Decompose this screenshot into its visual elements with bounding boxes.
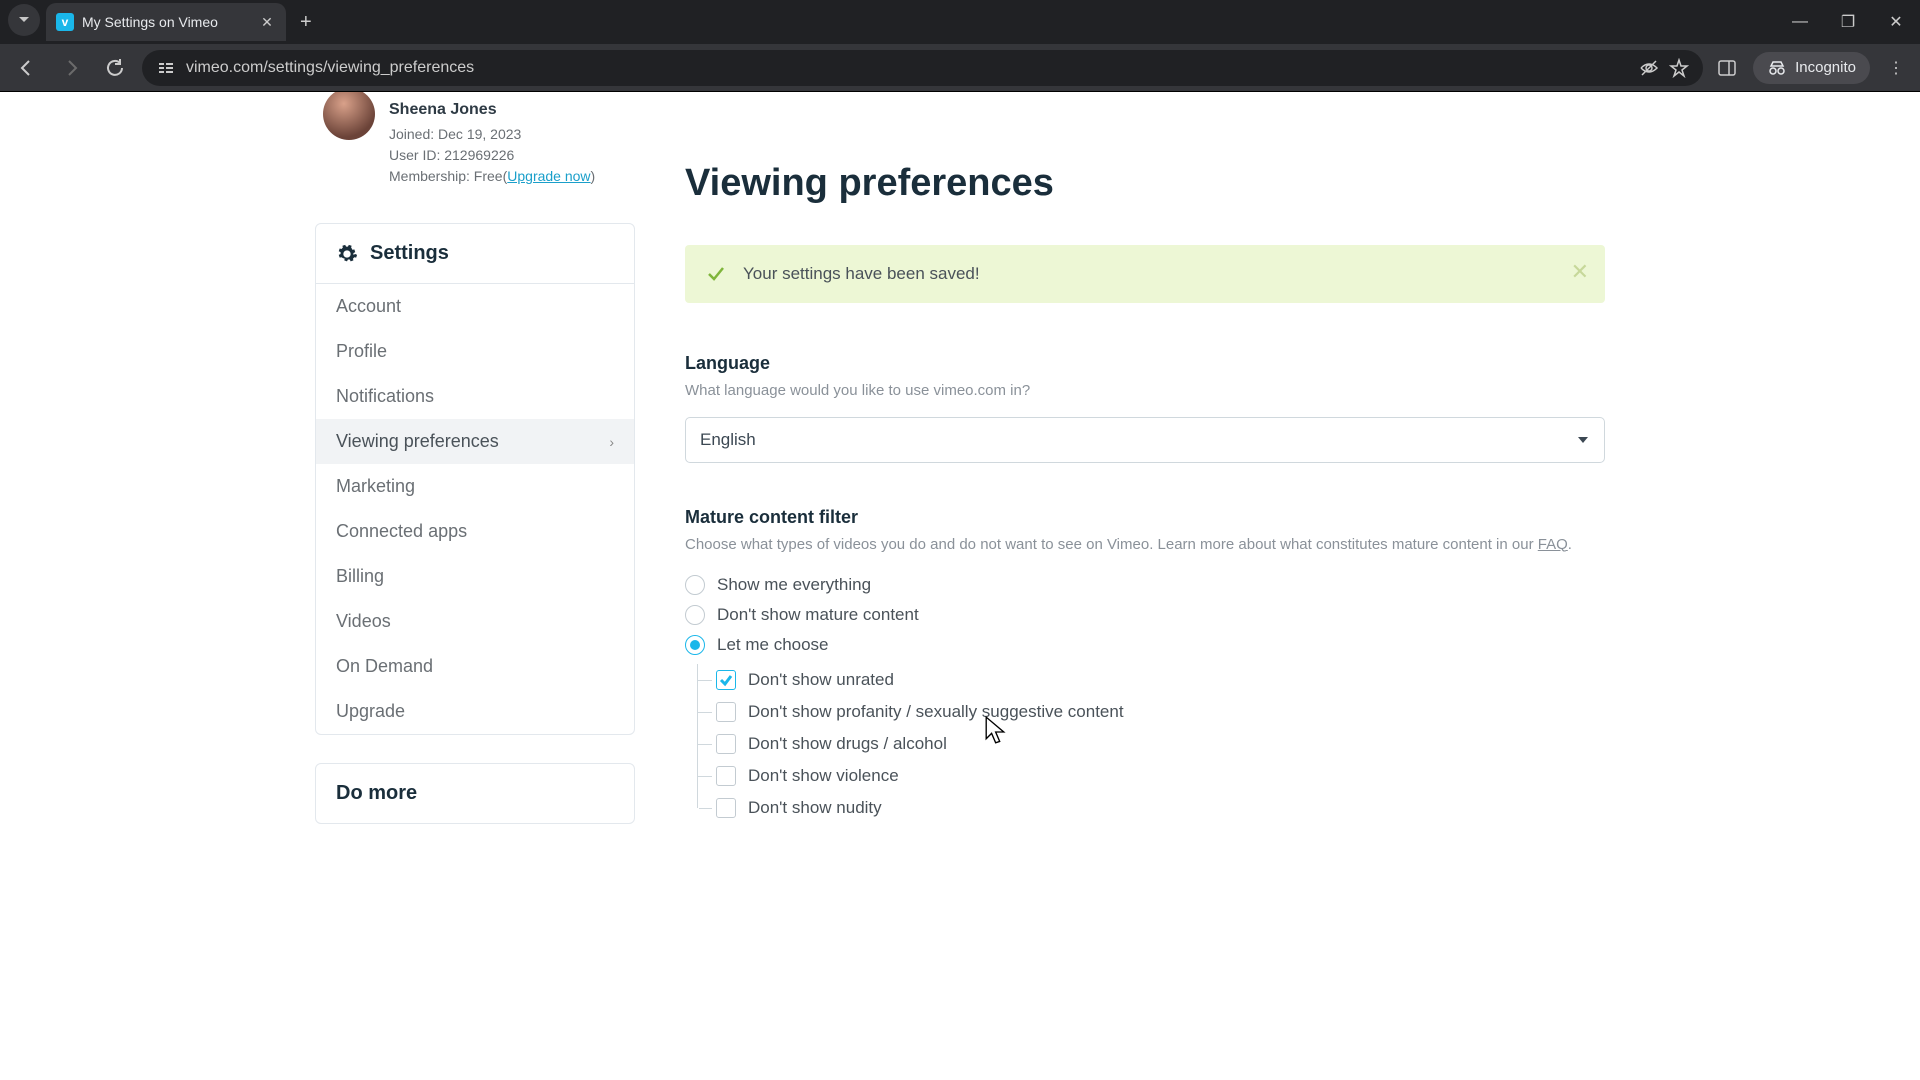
checkbox-label: Don't show profanity / sexually suggesti… [748, 702, 1124, 722]
checkbox-don-t-show-nudity[interactable]: Don't show nudity [698, 792, 1605, 824]
browser-tab-strip: v My Settings on Vimeo ✕ + — ❐ ✕ [0, 0, 1920, 44]
language-value: English [700, 430, 756, 450]
checkbox-input[interactable] [716, 670, 736, 690]
favicon-icon: v [56, 13, 74, 31]
checkbox-input[interactable] [716, 702, 736, 722]
language-title: Language [685, 353, 1605, 374]
settings-nav-card: Settings AccountProfileNotificationsView… [315, 223, 635, 735]
mature-desc: Choose what types of videos you do and d… [685, 534, 1605, 557]
reload-button[interactable] [98, 51, 132, 85]
sidebar-item-notifications[interactable]: Notifications [316, 374, 634, 419]
checkbox-don-t-show-violence[interactable]: Don't show violence [698, 760, 1605, 792]
back-button[interactable] [10, 51, 44, 85]
radio-show-me-everything[interactable]: Show me everything [685, 570, 1605, 600]
checkbox-input[interactable] [716, 798, 736, 818]
search-tabs-button[interactable] [8, 4, 40, 36]
incognito-icon [1767, 58, 1787, 78]
sidebar-item-account[interactable]: Account [316, 284, 634, 329]
checkbox-label: Don't show unrated [748, 670, 894, 690]
checkbox-label: Don't show nudity [748, 798, 882, 818]
checkbox-label: Don't show drugs / alcohol [748, 734, 947, 754]
mature-title: Mature content filter [685, 507, 1605, 528]
radio-let-me-choose[interactable]: Let me choose [685, 630, 1605, 660]
mature-radio-group: Show me everything Don't show mature cont… [685, 570, 1605, 824]
sidebar-item-on-demand[interactable]: On Demand [316, 644, 634, 689]
profile-name: Sheena Jones [389, 98, 595, 122]
window-maximize-button[interactable]: ❐ [1824, 0, 1872, 44]
address-bar[interactable]: vimeo.com/settings/viewing_preferences [142, 50, 1703, 86]
gear-icon [336, 243, 358, 265]
checkbox-don-t-show-drugs-alcohol[interactable]: Don't show drugs / alcohol [698, 728, 1605, 760]
checkbox-don-t-show-profanity-sexually-suggestive-content[interactable]: Don't show profanity / sexually suggesti… [698, 696, 1605, 728]
eye-off-icon[interactable] [1639, 58, 1659, 78]
sidebar-item-profile[interactable]: Profile [316, 329, 634, 374]
banner-text: Your settings have been saved! [743, 264, 980, 284]
sidebar-item-connected-apps[interactable]: Connected apps [316, 509, 634, 554]
check-icon [705, 263, 727, 285]
browser-menu-button[interactable]: ⋮ [1882, 54, 1910, 82]
tab-close-button[interactable]: ✕ [258, 13, 276, 31]
checkbox-input[interactable] [716, 734, 736, 754]
radio-input[interactable] [685, 575, 705, 595]
sidebar-item-viewing-preferences[interactable]: Viewing preferences› [316, 419, 634, 464]
profile-joined: Joined: Dec 19, 2023 [389, 124, 595, 145]
radio-don-t-show-mature-content[interactable]: Don't show mature content [685, 600, 1605, 630]
checkbox-input[interactable] [716, 766, 736, 786]
sidebar-item-upgrade[interactable]: Upgrade [316, 689, 634, 734]
arrow-left-icon [17, 58, 37, 78]
profile-membership: Membership: Free(Upgrade now) [389, 166, 595, 187]
incognito-label: Incognito [1795, 59, 1856, 76]
upgrade-link[interactable]: Upgrade now [507, 168, 590, 184]
bookmark-star-icon[interactable] [1669, 58, 1689, 78]
forward-button[interactable] [54, 51, 88, 85]
side-panel-icon[interactable] [1713, 54, 1741, 82]
browser-tab[interactable]: v My Settings on Vimeo ✕ [46, 3, 286, 41]
mature-checkbox-group: Don't show unrated Don't show profanity /… [697, 664, 1605, 824]
settings-title: Settings [370, 242, 449, 265]
sidebar-item-videos[interactable]: Videos [316, 599, 634, 644]
language-desc: What language would you like to use vime… [685, 380, 1605, 403]
sidebar-item-marketing[interactable]: Marketing [316, 464, 634, 509]
radio-input[interactable] [685, 635, 705, 655]
language-select[interactable]: English [685, 417, 1605, 463]
radio-label: Let me choose [717, 635, 829, 655]
window-close-button[interactable]: ✕ [1872, 0, 1920, 44]
profile-block: Sheena Jones Joined: Dec 19, 2023 User I… [315, 98, 635, 187]
success-banner: Your settings have been saved! ✕ [685, 245, 1605, 303]
sidebar-item-billing[interactable]: Billing [316, 554, 634, 599]
browser-toolbar: vimeo.com/settings/viewing_preferences I… [0, 44, 1920, 92]
settings-nav: AccountProfileNotificationsViewing prefe… [316, 284, 634, 734]
do-more-title: Do more [336, 782, 417, 805]
incognito-chip[interactable]: Incognito [1753, 52, 1870, 84]
url-text: vimeo.com/settings/viewing_preferences [186, 59, 1629, 77]
radio-input[interactable] [685, 605, 705, 625]
page-viewport: Sheena Jones Joined: Dec 19, 2023 User I… [0, 92, 1920, 1080]
chevron-right-icon: › [609, 434, 614, 450]
faq-link[interactable]: FAQ [1538, 536, 1568, 553]
site-info-icon[interactable] [156, 58, 176, 78]
do-more-card: Do more [315, 763, 635, 824]
arrow-right-icon [61, 58, 81, 78]
new-tab-button[interactable]: + [286, 11, 326, 34]
reload-icon [105, 58, 125, 78]
checkbox-don-t-show-unrated[interactable]: Don't show unrated [698, 664, 1605, 696]
checkbox-label: Don't show violence [748, 766, 899, 786]
chevron-down-icon [18, 14, 30, 26]
window-minimize-button[interactable]: — [1776, 0, 1824, 44]
chevron-down-icon [1576, 433, 1590, 447]
banner-close-button[interactable]: ✕ [1571, 259, 1589, 285]
radio-label: Show me everything [717, 575, 871, 595]
tab-title: My Settings on Vimeo [82, 14, 250, 30]
profile-user-id: User ID: 212969226 [389, 145, 595, 166]
page-title: Viewing preferences [685, 162, 1605, 205]
radio-label: Don't show mature content [717, 605, 919, 625]
avatar[interactable] [323, 92, 375, 140]
